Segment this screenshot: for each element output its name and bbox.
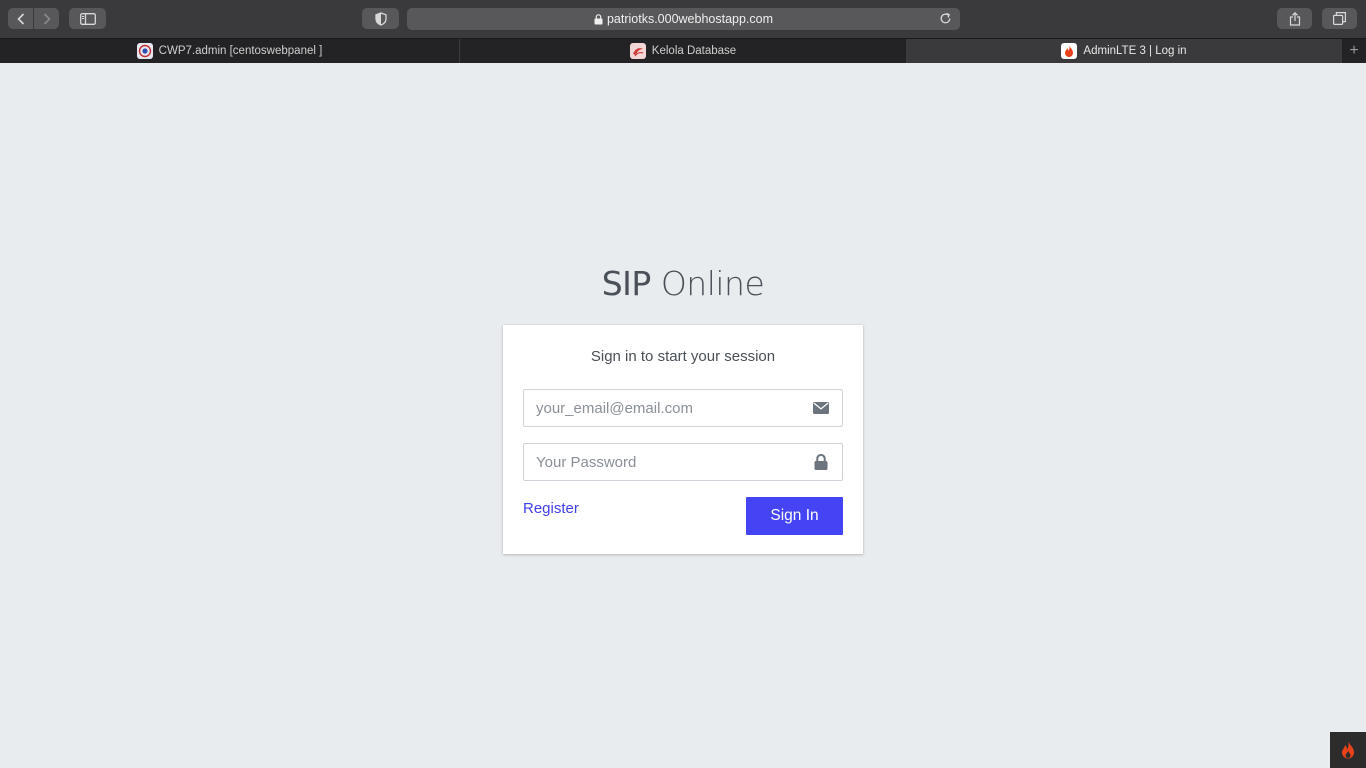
email-field: [523, 389, 843, 427]
phpmyadmin-favicon-icon: [629, 43, 646, 59]
login-card: Sign in to start your session Register S…: [503, 325, 863, 554]
password-input[interactable]: [524, 444, 804, 480]
chevron-left-icon: [16, 12, 24, 25]
login-logo: SIP Online: [503, 264, 863, 303]
browser-toolbar: patriotks.000webhostapp.com: [0, 0, 1366, 38]
shield-icon: [374, 11, 387, 26]
tab-title: Kelola Database: [651, 45, 737, 57]
plus-icon: +: [1349, 42, 1359, 59]
back-button[interactable]: [8, 8, 33, 29]
privacy-report-button[interactable]: [362, 8, 399, 29]
envelope-icon: [812, 400, 830, 416]
tab-adminlte-login[interactable]: AdminLTE 3 | Log in: [907, 39, 1342, 63]
sign-in-button[interactable]: Sign In: [746, 497, 843, 535]
nav-buttons: [8, 8, 59, 29]
tab-title: AdminLTE 3 | Log in: [1083, 45, 1187, 57]
brand-light: Online: [660, 264, 765, 303]
tab-bar: CWP7.admin [centoswebpanel ] Kelola Data…: [0, 38, 1366, 63]
share-button[interactable]: [1277, 8, 1312, 29]
flame-icon: [1342, 741, 1354, 759]
new-tab-button[interactable]: +: [1342, 39, 1366, 63]
chevron-right-icon: [43, 12, 51, 25]
email-input[interactable]: [524, 390, 804, 426]
login-box-message: Sign in to start your session: [590, 348, 776, 365]
tab-title: CWP7.admin [centoswebpanel ]: [158, 45, 323, 57]
sidebar-toggle-button[interactable]: [69, 8, 106, 29]
cwp-favicon-icon: [136, 43, 153, 59]
lock-icon: [594, 13, 603, 25]
reload-icon[interactable]: [939, 12, 952, 28]
tab-cwp[interactable]: CWP7.admin [centoswebpanel ]: [0, 39, 460, 63]
tab-kelola-database[interactable]: Kelola Database: [460, 39, 907, 63]
sidebar-icon: [79, 12, 96, 25]
address-bar[interactable]: patriotks.000webhostapp.com: [407, 8, 960, 30]
register-link[interactable]: Register: [523, 500, 579, 517]
tab-overview-button[interactable]: [1322, 8, 1357, 29]
forward-button[interactable]: [34, 8, 59, 29]
url-text: patriotks.000webhostapp.com: [606, 12, 774, 26]
brand-bold: SIP: [601, 264, 652, 303]
host-badge[interactable]: [1330, 732, 1366, 768]
flame-favicon-icon: [1061, 43, 1078, 59]
lock-icon: [812, 454, 830, 470]
password-field: [523, 443, 843, 481]
share-icon: [1289, 11, 1300, 26]
tabs-icon: [1333, 12, 1346, 25]
